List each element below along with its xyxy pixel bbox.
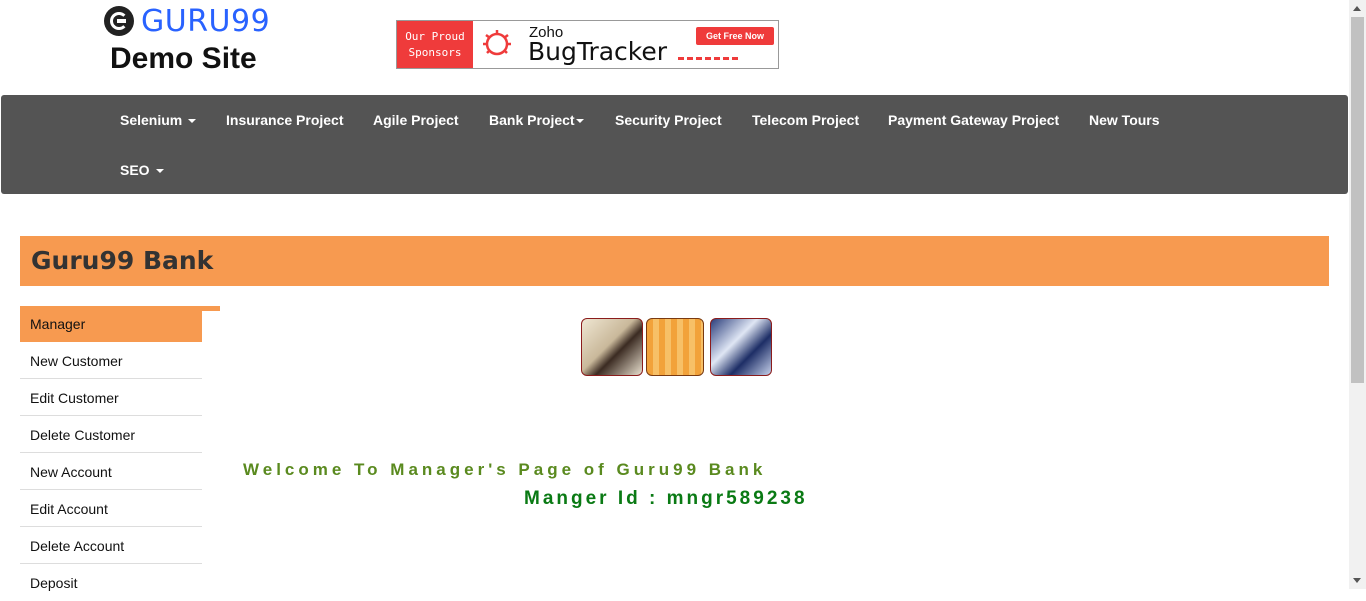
scrollbar-thumb[interactable]: [1351, 17, 1364, 383]
site-logo[interactable]: GURU99 Demo Site: [104, 4, 284, 76]
nav-insurance-project[interactable]: Insurance Project: [226, 112, 344, 128]
sponsor-banner[interactable]: Our Proud Sponsors Zoho BugTracker Get F…: [396, 20, 779, 69]
nav-selenium-label: Selenium: [120, 112, 183, 128]
sidebar-item-manager[interactable]: Manager: [20, 306, 202, 342]
sidebar-item-delete-account[interactable]: Delete Account: [20, 528, 202, 564]
scroll-down-arrow-icon[interactable]: [1353, 578, 1361, 583]
caret-down-icon: [155, 169, 164, 174]
main-navbar: Selenium Insurance Project Agile Project…: [1, 95, 1348, 194]
manager-id-text: Manger Id : mngr589238: [524, 488, 808, 509]
guru99-logo-icon: [104, 6, 134, 36]
welcome-message: Welcome To Manager's Page of Guru99 Bank: [243, 460, 767, 479]
banner-product: BugTracker: [528, 37, 668, 66]
nav-bank-label: Bank Project: [489, 112, 575, 128]
photo-coins: [646, 318, 704, 376]
caret-down-icon: [575, 119, 584, 124]
nav-security-project[interactable]: Security Project: [615, 112, 722, 128]
bank-photo-strip: [579, 315, 772, 377]
nav-seo-label: SEO: [120, 162, 150, 178]
sponsor-label: Our Proud Sponsors: [397, 21, 473, 68]
scroll-up-arrow-icon[interactable]: [1353, 6, 1361, 11]
bug-icon: [483, 30, 511, 56]
logo-subtitle: Demo Site: [110, 42, 257, 75]
page-title: Guru99 Bank: [31, 246, 214, 275]
nav-agile-project[interactable]: Agile Project: [373, 112, 459, 128]
arrow-decoration: [678, 57, 738, 60]
get-free-now-button[interactable]: Get Free Now: [695, 27, 774, 45]
logo-brand-text: GURU99: [141, 3, 271, 39]
nav-payment-gateway-project[interactable]: Payment Gateway Project: [888, 112, 1059, 128]
vertical-scrollbar[interactable]: [1349, 0, 1366, 589]
sidebar-item-edit-customer[interactable]: Edit Customer: [20, 380, 202, 416]
sponsor-label-line1: Our Proud: [405, 29, 465, 43]
nav-seo-dropdown[interactable]: SEO: [120, 162, 164, 178]
nav-new-tours[interactable]: New Tours: [1089, 112, 1160, 128]
photo-person-phone: [581, 318, 643, 376]
caret-down-icon: [188, 119, 197, 124]
nav-bank-project-dropdown[interactable]: Bank Project: [489, 112, 584, 128]
photo-person-office: [710, 318, 772, 376]
sidebar-item-edit-account[interactable]: Edit Account: [20, 491, 202, 527]
sidebar-item-delete-customer[interactable]: Delete Customer: [20, 417, 202, 453]
sidebar-item-new-account[interactable]: New Account: [20, 454, 202, 490]
nav-selenium-dropdown[interactable]: Selenium: [120, 112, 197, 128]
sidebar-item-new-customer[interactable]: New Customer: [20, 343, 202, 379]
nav-telecom-project[interactable]: Telecom Project: [752, 112, 859, 128]
bank-header-bar: Guru99 Bank: [20, 236, 1329, 286]
sidebar-item-deposit[interactable]: Deposit: [20, 565, 202, 601]
sponsor-label-line2: Sponsors: [408, 45, 462, 59]
